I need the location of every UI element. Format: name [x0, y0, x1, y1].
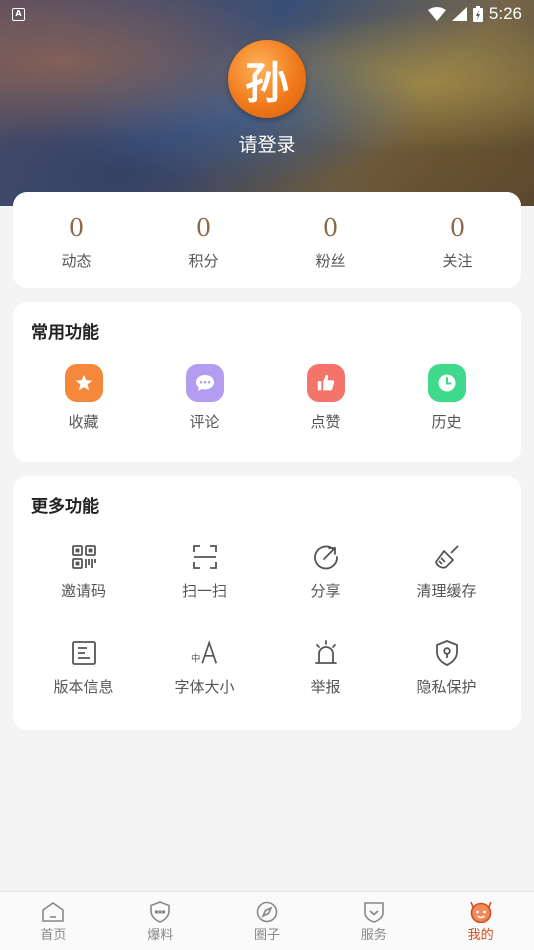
share-label: 分享	[310, 582, 341, 600]
share-button[interactable]: 分享	[265, 542, 386, 601]
privacy-label: 隐私保护	[416, 678, 477, 696]
history-label: 历史	[431, 413, 462, 431]
more-functions-card: 更多功能 邀请码 扫一扫 分享 清理缓存 版本信息 中 字体大小 举报 隐私保护	[13, 476, 521, 730]
bottom-navigation: 首页 爆料 圈子 服务 我的	[0, 891, 534, 950]
clear-cache-label: 清理缓存	[416, 582, 477, 600]
report-label: 举报	[310, 678, 341, 696]
nav-label: 首页	[40, 928, 67, 943]
status-bar: A 5:26	[0, 0, 534, 28]
invite-code-button[interactable]: 邀请码	[23, 542, 144, 601]
stat-value: 0	[195, 214, 212, 242]
scan-label: 扫一扫	[181, 582, 227, 600]
scan-icon	[190, 542, 220, 572]
nav-label: 服务	[360, 928, 387, 943]
broom-icon	[432, 542, 462, 572]
section-title: 常用功能	[31, 323, 99, 343]
history-button[interactable]: 历史	[386, 364, 507, 432]
stat-fans[interactable]: 0 粉丝	[267, 192, 394, 288]
nav-home[interactable]: 首页	[0, 892, 107, 950]
font-size-button[interactable]: 中 字体大小	[144, 638, 265, 697]
stat-posts[interactable]: 0 动态	[13, 192, 140, 288]
stat-label: 关注	[442, 252, 473, 270]
home-icon	[42, 902, 65, 922]
profile-header: A 5:26 孙 请登录	[0, 0, 534, 206]
likes-button[interactable]: 点赞	[265, 364, 386, 432]
share-icon	[311, 542, 341, 572]
nav-label: 爆料	[147, 928, 174, 943]
service-shield-icon	[363, 902, 384, 923]
comments-button[interactable]: 评论	[144, 364, 265, 432]
login-link[interactable]: 请登录	[0, 130, 534, 157]
comments-label: 评论	[189, 413, 220, 431]
stat-following[interactable]: 0 关注	[394, 192, 521, 288]
comment-icon	[185, 364, 224, 402]
nav-label: 我的	[467, 928, 494, 943]
privacy-button[interactable]: 隐私保护	[386, 638, 507, 697]
nav-services[interactable]: 服务	[320, 892, 427, 950]
version-info-button[interactable]: 版本信息	[23, 638, 144, 697]
nav-label: 圈子	[253, 928, 280, 943]
invite-code-label: 邀请码	[60, 582, 106, 600]
battery-icon	[472, 6, 483, 22]
svg-text:中: 中	[190, 652, 199, 664]
scan-button[interactable]: 扫一扫	[144, 542, 265, 601]
avatar[interactable]: 孙	[228, 40, 306, 118]
nav-tips[interactable]: 爆料	[107, 892, 214, 950]
stats-card: 0 动态 0 积分 0 粉丝 0 关注	[13, 192, 521, 288]
qr-code-icon	[69, 542, 99, 572]
clock-icon	[427, 364, 466, 402]
common-functions-card: 常用功能 收藏 评论 点赞 历史	[13, 302, 521, 462]
clear-cache-button[interactable]: 清理缓存	[386, 542, 507, 601]
tip-shield-icon	[150, 901, 170, 923]
font-size-label: 字体大小	[174, 678, 235, 696]
stat-label: 动态	[61, 252, 92, 270]
stat-value: 0	[322, 214, 339, 242]
favorites-button[interactable]: 收藏	[23, 364, 144, 432]
wifi-icon	[427, 7, 446, 21]
stat-value: 0	[449, 214, 466, 242]
clock-time: 5:26	[488, 4, 522, 23]
shield-lock-icon	[432, 638, 462, 668]
likes-label: 点赞	[310, 413, 341, 431]
stat-label: 积分	[188, 252, 219, 270]
section-title: 更多功能	[31, 497, 99, 517]
favorites-label: 收藏	[68, 413, 99, 431]
star-icon	[64, 364, 103, 402]
nav-me[interactable]: 我的	[427, 892, 534, 950]
stat-label: 粉丝	[315, 252, 346, 270]
signal-icon	[451, 7, 467, 21]
stat-points[interactable]: 0 积分	[140, 192, 267, 288]
font-size-icon: 中	[190, 638, 220, 668]
thumbs-up-icon	[306, 364, 345, 402]
me-face-icon	[469, 901, 492, 923]
stat-value: 0	[68, 214, 85, 242]
nav-circle[interactable]: 圈子	[214, 892, 321, 950]
alarm-icon	[311, 638, 341, 668]
document-icon	[69, 638, 99, 668]
app-notification-icon: A	[12, 7, 25, 21]
report-button[interactable]: 举报	[265, 638, 386, 697]
version-info-label: 版本信息	[53, 678, 114, 696]
compass-icon	[256, 901, 278, 923]
